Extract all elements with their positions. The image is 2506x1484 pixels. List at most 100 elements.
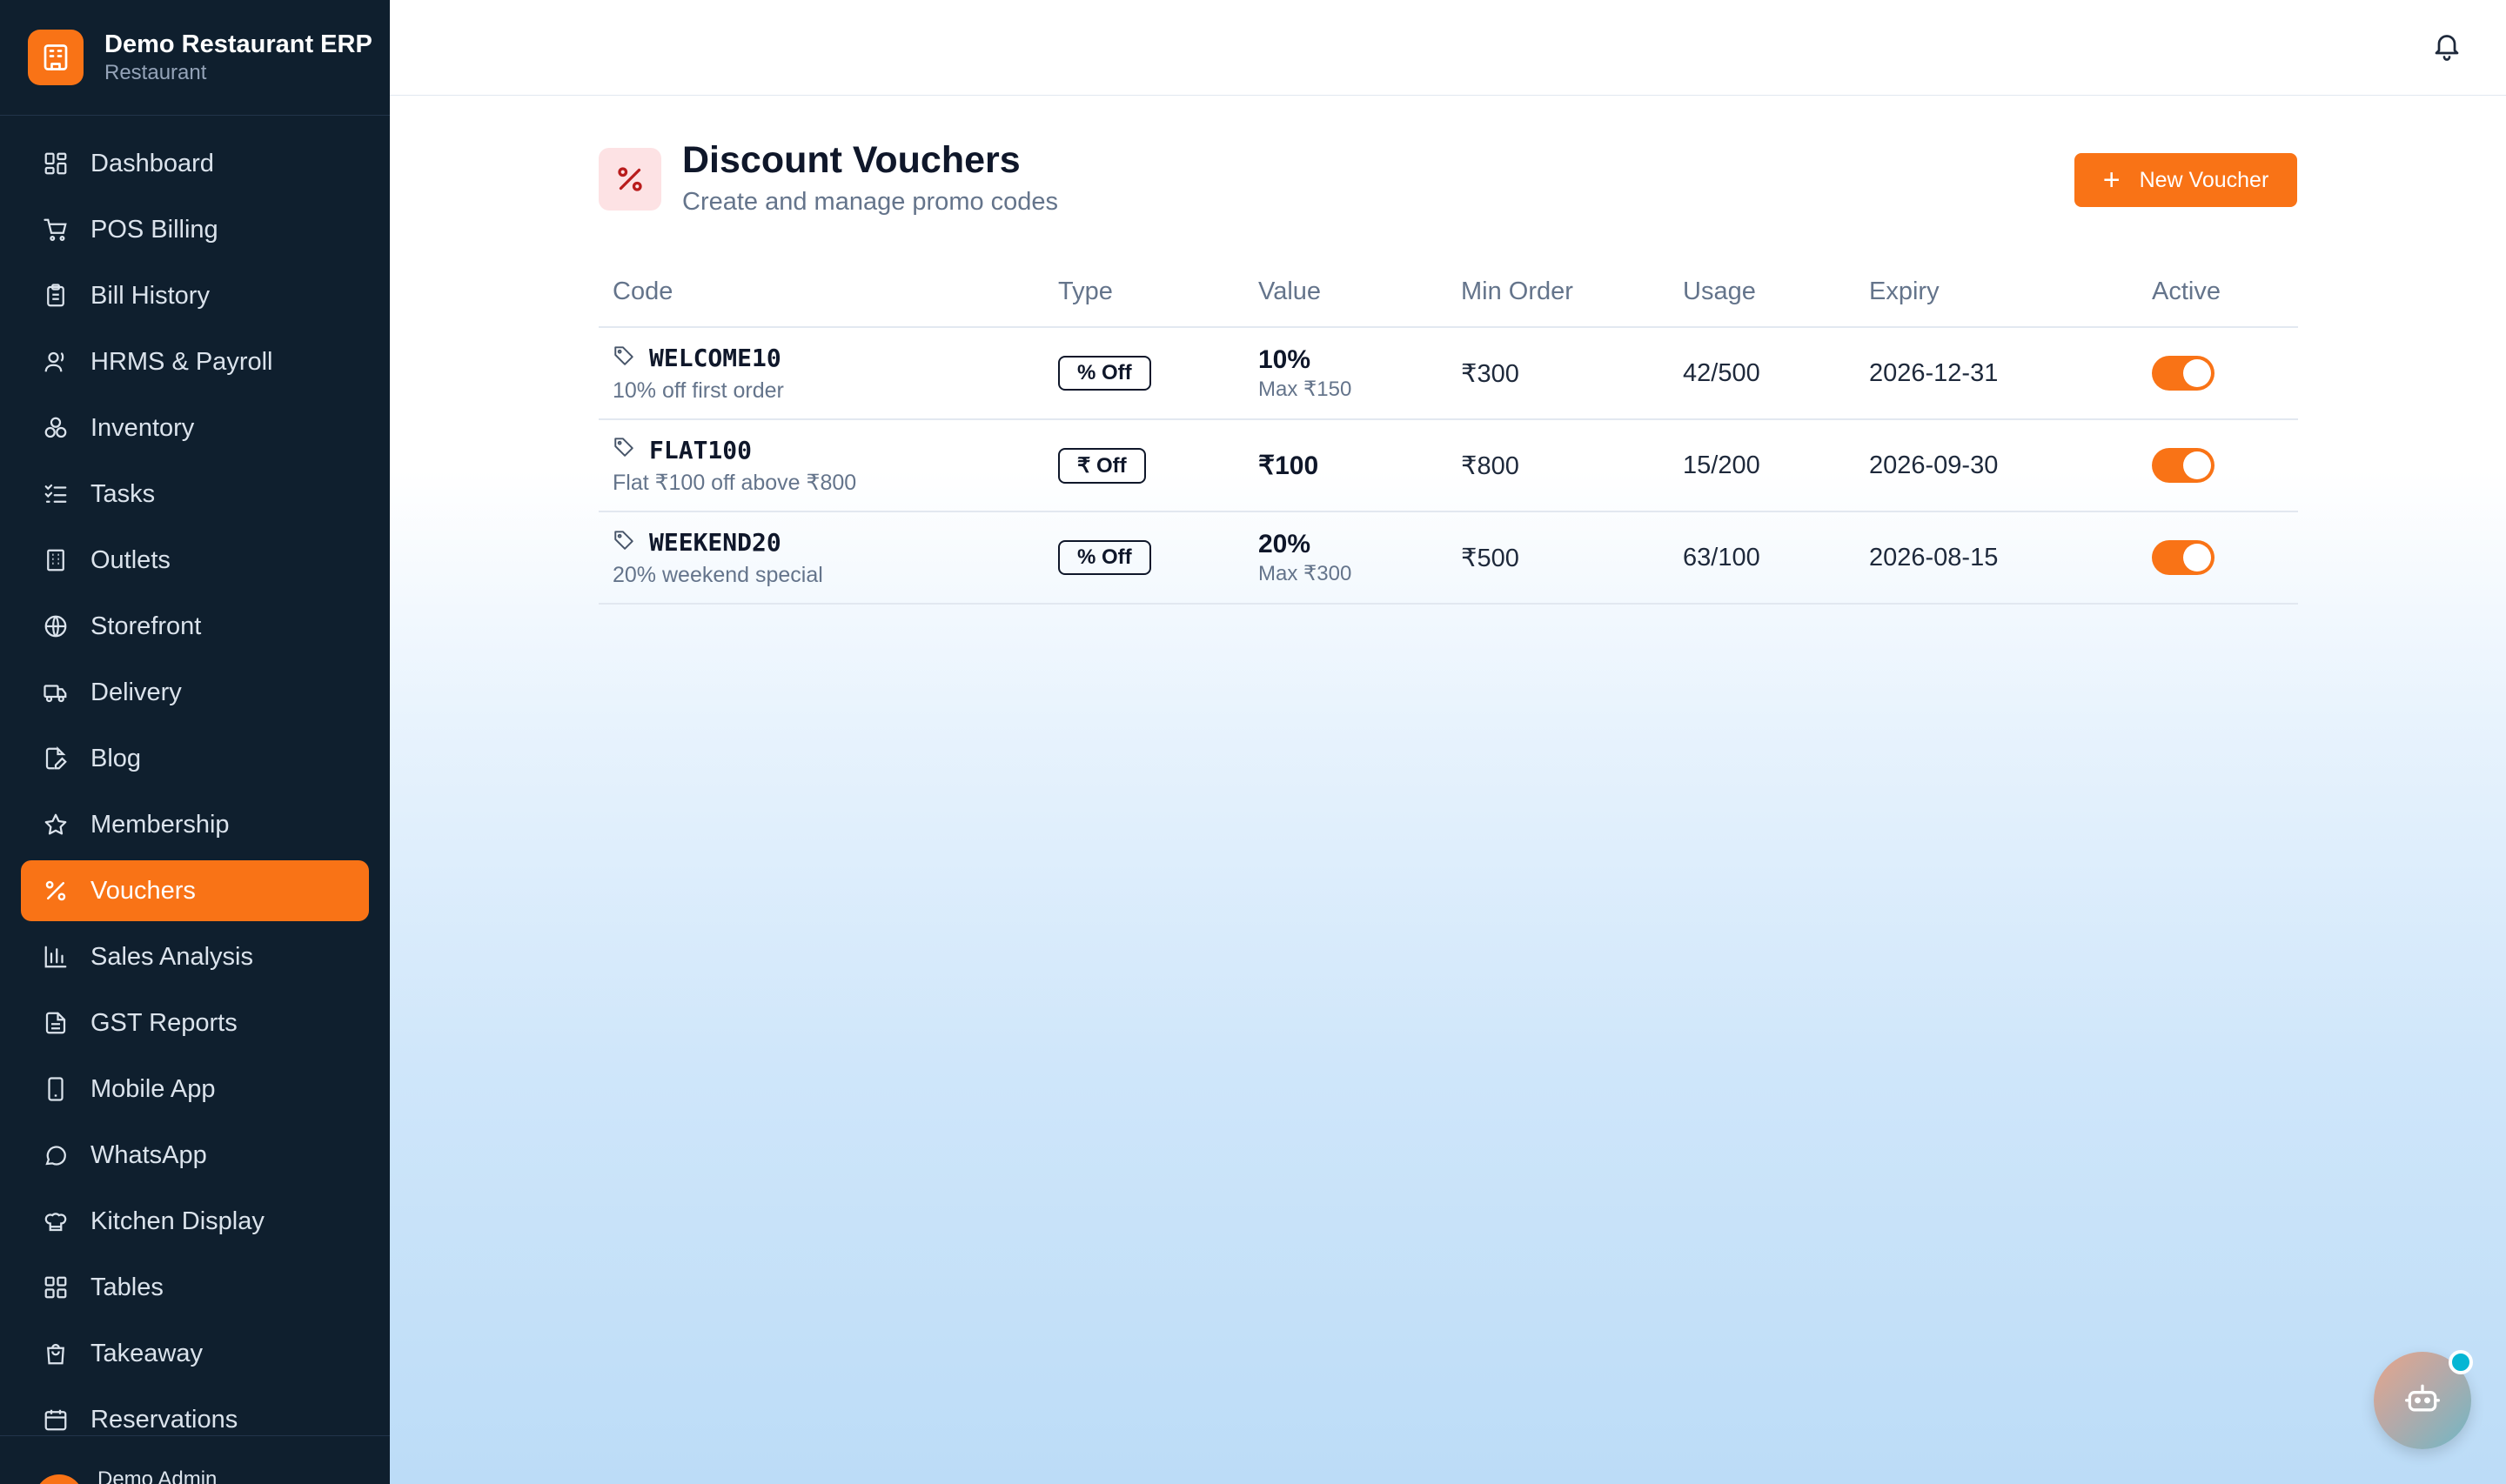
sidebar-item-vouchers[interactable]: Vouchers [21, 860, 369, 921]
sidebar-item-label: Tables [90, 1273, 164, 1301]
sidebar-item-mobile-app[interactable]: Mobile App [21, 1059, 369, 1120]
sidebar-item-tables[interactable]: Tables [21, 1257, 369, 1318]
vouchers-table: Code Type Value Min Order Usage Expiry A… [599, 257, 2298, 605]
voucher-description: Flat ₹100 off above ₹800 [613, 471, 857, 495]
sidebar-item-label: Sales Analysis [90, 942, 253, 971]
sidebar-item-label: Inventory [90, 413, 195, 442]
column-header-value[interactable]: Value [1244, 257, 1447, 328]
min-order: ₹300 [1447, 327, 1669, 420]
calendar-icon [42, 1406, 70, 1434]
sidebar-item-gst-reports[interactable]: GST Reports [21, 993, 369, 1053]
robot-icon [2403, 1380, 2442, 1422]
sidebar-item-pos-billing[interactable]: POS Billing [21, 199, 369, 260]
expiry: 2026-09-30 [1855, 419, 2138, 512]
usage: 42/500 [1669, 327, 1855, 420]
tag-icon [613, 344, 635, 373]
new-voucher-button[interactable]: + New Voucher [2074, 153, 2297, 207]
tag-icon [613, 435, 635, 465]
sidebar-item-label: HRMS & Payroll [90, 347, 273, 376]
brand-title: Demo Restaurant ERP [104, 30, 372, 58]
voucher-description: 20% weekend special [613, 562, 823, 587]
column-header-usage[interactable]: Usage [1669, 257, 1855, 328]
column-header-active[interactable]: Active [2138, 257, 2298, 328]
type-badge: % Off [1058, 356, 1151, 391]
avatar [35, 1474, 84, 1484]
active-toggle[interactable] [2152, 448, 2215, 483]
online-indicator [2449, 1350, 2473, 1374]
sidebar-item-label: Tasks [90, 479, 156, 508]
sidebar-item-label: Membership [90, 810, 230, 839]
cart-icon [42, 216, 70, 244]
table-row[interactable]: WELCOME10 10% off first order % Off 10% … [599, 327, 2298, 420]
sidebar-item-label: Bill History [90, 281, 210, 310]
file-text-icon [42, 1009, 70, 1037]
type-badge: ₹ Off [1058, 447, 1146, 484]
sidebar-item-bill-history[interactable]: Bill History [21, 265, 369, 326]
type-badge: % Off [1058, 540, 1151, 575]
top-bar [390, 0, 2506, 96]
code-cell: WEEKEND20 20% weekend special [599, 511, 1044, 605]
clipboard-icon [42, 282, 70, 310]
active-toggle[interactable] [2152, 356, 2215, 391]
bell-icon[interactable] [2431, 28, 2462, 63]
new-voucher-label: New Voucher [2139, 167, 2269, 192]
sidebar-item-kitchen-display[interactable]: Kitchen Display [21, 1191, 369, 1252]
user-icon [42, 348, 70, 376]
voucher-description: 10% off first order [613, 378, 784, 403]
column-header-code[interactable]: Code [599, 257, 1044, 328]
sidebar-item-tasks[interactable]: Tasks [21, 464, 369, 525]
toggle-knob [2183, 359, 2211, 387]
page-subtitle: Create and manage promo codes [682, 188, 1059, 216]
sidebar-item-storefront[interactable]: Storefront [21, 596, 369, 657]
sidebar-item-label: Mobile App [90, 1074, 216, 1103]
tag-icon [613, 528, 635, 558]
voucher-max: Max ₹300 [1258, 561, 1352, 585]
voucher-max: Max ₹150 [1258, 377, 1352, 401]
sidebar-item-whatsapp[interactable]: WhatsApp [21, 1125, 369, 1186]
sidebar-item-label: Kitchen Display [90, 1207, 265, 1235]
sidebar-item-label: Dashboard [90, 149, 214, 177]
voucher-code: WEEKEND20 [649, 528, 781, 557]
sidebar: Demo Restaurant ERP Restaurant Dashboard… [0, 0, 390, 1484]
code-cell: WELCOME10 10% off first order [599, 327, 1044, 420]
sidebar-item-label: Outlets [90, 545, 171, 574]
boxes-icon [42, 414, 70, 442]
grid-icon [42, 1273, 70, 1301]
sidebar-item-label: Storefront [90, 612, 202, 640]
truck-icon [42, 678, 70, 706]
active-toggle[interactable] [2152, 540, 2215, 575]
sidebar-item-dashboard[interactable]: Dashboard [21, 133, 369, 194]
percent-icon [42, 877, 70, 905]
column-header-min-order[interactable]: Min Order [1447, 257, 1669, 328]
usage: 63/100 [1669, 511, 1855, 605]
sidebar-item-blog[interactable]: Blog [21, 728, 369, 789]
main-content: Discount Vouchers Create and manage prom… [390, 96, 2506, 1484]
voucher-code: FLAT100 [649, 435, 753, 465]
column-header-expiry[interactable]: Expiry [1855, 257, 2138, 328]
table-row[interactable]: FLAT100 Flat ₹100 off above ₹800 ₹ Off ₹… [599, 419, 2298, 512]
shopping-bag-icon [42, 1340, 70, 1367]
sidebar-item-label: WhatsApp [90, 1140, 207, 1169]
sidebar-item-outlets[interactable]: Outlets [21, 530, 369, 591]
voucher-value: ₹100 [1258, 451, 1319, 480]
code-cell: FLAT100 Flat ₹100 off above ₹800 [599, 419, 1044, 512]
sidebar-item-hrms-payroll[interactable]: HRMS & Payroll [21, 331, 369, 392]
chef-hat-icon [42, 1207, 70, 1235]
sidebar-user-footer[interactable]: Demo Admin [0, 1435, 390, 1484]
column-header-type[interactable]: Type [1044, 257, 1244, 328]
sidebar-item-takeaway[interactable]: Takeaway [21, 1323, 369, 1384]
building-logo-icon [28, 30, 84, 85]
brand-subtitle: Restaurant [104, 61, 207, 84]
sidebar-item-sales-analysis[interactable]: Sales Analysis [21, 926, 369, 987]
sidebar-item-label: GST Reports [90, 1008, 238, 1037]
sidebar-item-delivery[interactable]: Delivery [21, 662, 369, 723]
voucher-value: 20% [1258, 529, 1311, 558]
sidebar-item-label: Takeaway [90, 1339, 203, 1367]
voucher-value: 10% [1258, 344, 1311, 374]
sidebar-item-membership[interactable]: Membership [21, 794, 369, 855]
dashboard-icon [42, 150, 70, 177]
table-row[interactable]: WEEKEND20 20% weekend special % Off 20% … [599, 511, 2298, 605]
voucher-code: WELCOME10 [649, 344, 781, 372]
sidebar-nav: Dashboard POS Billing Bill History HRMS … [0, 116, 390, 1450]
sidebar-item-inventory[interactable]: Inventory [21, 398, 369, 458]
